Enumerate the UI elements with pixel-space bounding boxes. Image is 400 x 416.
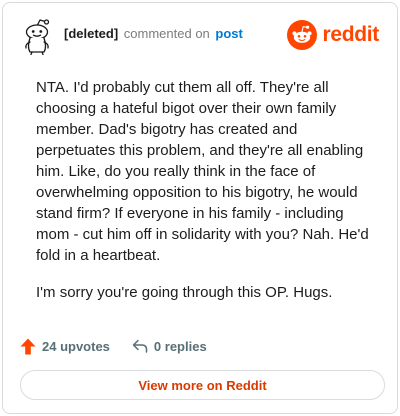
reddit-logo-icon [287, 20, 318, 50]
replies-action[interactable]: 0 replies [132, 339, 207, 354]
username[interactable]: [deleted] [64, 26, 118, 41]
replies-count: 0 replies [153, 338, 207, 354]
upvote-action[interactable]: 24 upvotes [20, 338, 110, 355]
view-more-button[interactable]: View more on Reddit [20, 370, 385, 400]
reddit-brand[interactable]: reddit [287, 20, 379, 50]
comment-paragraph: I'm sorry you're going through this OP. … [36, 284, 333, 301]
comment-actions: 24 upvotes 0 replies [20, 335, 229, 357]
upvote-arrow-icon [20, 338, 36, 354]
comment-header: [deleted] commented on post reddit [20, 17, 381, 57]
commented-on-text: commented on [123, 26, 210, 41]
reply-arrow-icon [132, 339, 148, 353]
comment-body: NTA. I'd probably cut them all off. They… [36, 77, 380, 319]
comment-meta: [deleted] commented on post [64, 25, 243, 43]
comment-embed-card: [deleted] commented on post reddit NTA. … [2, 2, 398, 414]
comment-paragraph: NTA. I'd probably cut them all off. They… [36, 79, 369, 264]
avatar-icon [25, 19, 50, 55]
reddit-wordmark: reddit [322, 23, 379, 46]
upvotes-count: 24 upvotes [42, 338, 110, 354]
post-link[interactable]: post [215, 26, 242, 41]
